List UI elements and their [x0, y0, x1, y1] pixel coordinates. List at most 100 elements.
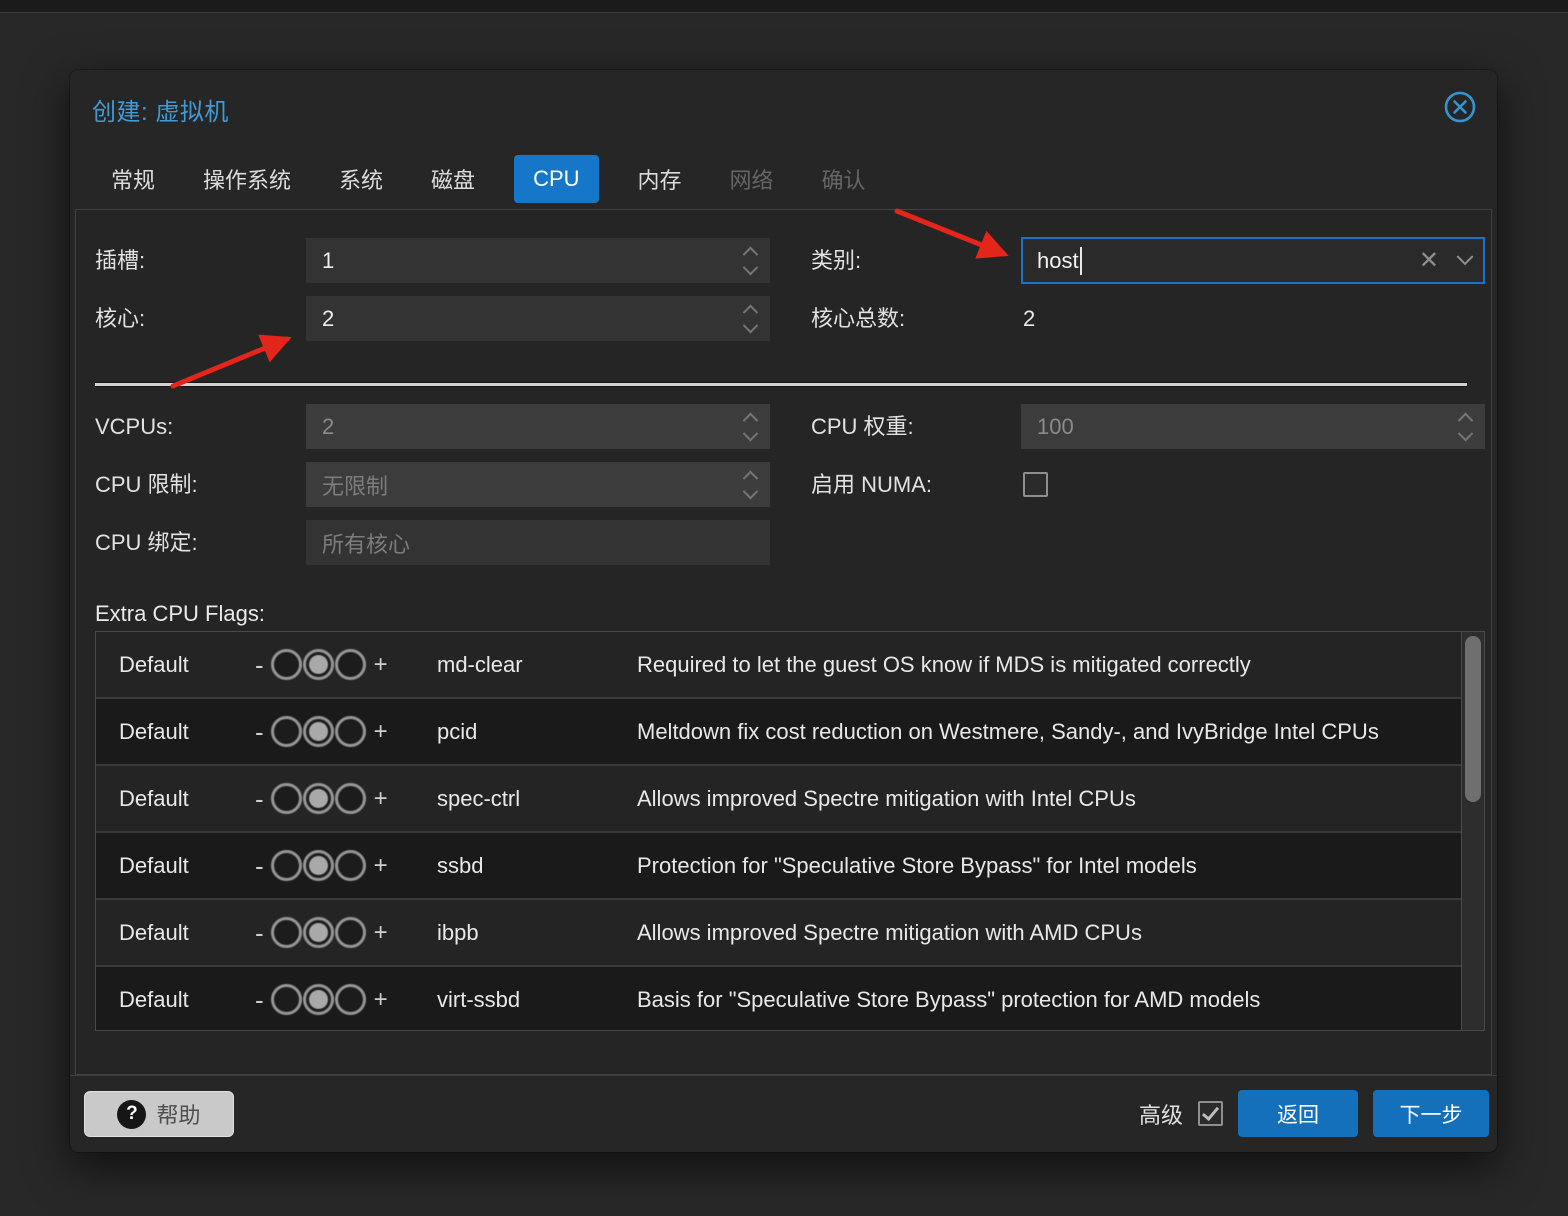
flag-description: Protection for "Speculative Store Bypass… [637, 852, 1197, 878]
help-button[interactable]: ? 帮助 [84, 1091, 234, 1137]
dialog-title: 创建: 虚拟机 [92, 99, 229, 126]
flag-tristate-slider[interactable]: - + [255, 716, 437, 747]
tristate-default-icon[interactable] [302, 984, 334, 1015]
flag-description: Allows improved Spectre mitigation with … [637, 919, 1142, 945]
tristate-off-icon[interactable] [270, 649, 302, 680]
plus-icon[interactable]: + [374, 920, 388, 945]
tristate-off-icon[interactable] [270, 850, 302, 881]
minus-icon[interactable]: - [255, 987, 264, 1013]
spin-down-icon [742, 483, 759, 499]
flag-tristate-slider[interactable]: - + [255, 649, 437, 680]
minus-icon[interactable]: - [255, 920, 264, 946]
cpu-weight-value: 100 [1037, 413, 1074, 439]
scrollbar-track[interactable] [1461, 632, 1484, 1030]
tab-disks[interactable]: 磁盘 [422, 152, 484, 206]
cpu-limit-placeholder: 无限制 [322, 473, 389, 499]
flag-name: ibpb [437, 919, 479, 945]
spin-down-icon[interactable] [742, 317, 759, 333]
sockets-spinner[interactable]: 1 [306, 238, 770, 283]
advanced-checkbox[interactable] [1198, 1101, 1223, 1126]
tristate-off-icon[interactable] [270, 917, 302, 948]
text-cursor [1079, 246, 1082, 275]
extra-cpu-flags-label: Extra CPU Flags: [95, 601, 265, 626]
flag-default-label: Default [119, 986, 189, 1012]
minus-icon[interactable]: - [255, 786, 264, 812]
tristate-default-icon[interactable] [302, 716, 334, 747]
sockets-label: 插槽: [95, 248, 146, 273]
cpu-type-label: 类别: [811, 248, 862, 273]
minus-icon[interactable]: - [255, 652, 264, 678]
spinner-buttons[interactable] [742, 304, 762, 334]
cores-spinner[interactable]: 2 [306, 296, 770, 341]
flag-name: pcid [437, 718, 478, 744]
tristate-circles[interactable] [270, 716, 367, 747]
cpu-type-value: host [1037, 247, 1079, 273]
tab-general[interactable]: 常规 [102, 152, 164, 206]
next-button[interactable]: 下一步 [1373, 1090, 1489, 1137]
numa-checkbox[interactable] [1023, 472, 1048, 497]
top-window-strip [0, 0, 1568, 13]
clear-icon[interactable]: ✕ [1419, 248, 1439, 273]
tab-os[interactable]: 操作系统 [194, 152, 300, 206]
spin-down-icon [742, 425, 759, 441]
vcpus-value: 2 [322, 413, 335, 439]
tab-confirm: 确认 [821, 168, 866, 193]
tristate-on-icon[interactable] [334, 783, 366, 814]
section-divider [95, 383, 1467, 386]
flag-description: Meltdown fix cost reduction on Westmere,… [637, 718, 1379, 744]
plus-icon[interactable]: + [374, 652, 388, 677]
chevron-down-icon[interactable] [1456, 247, 1474, 265]
tristate-on-icon[interactable] [334, 649, 366, 680]
create-vm-dialog: 创建: 虚拟机 常规 操作系统 系统 磁盘 CPU 内存 网络 确认 插槽: 1 类别: ho… [70, 70, 1497, 1152]
tristate-circles[interactable] [270, 850, 367, 881]
scrollbar-thumb[interactable] [1465, 636, 1481, 802]
close-icon[interactable] [1443, 90, 1477, 124]
cpu-flag-row: Default - + virt-ssbd Basis for "Specula… [96, 967, 1461, 1030]
tristate-on-icon[interactable] [334, 716, 366, 747]
flag-tristate-slider[interactable]: - + [255, 984, 437, 1015]
tristate-off-icon[interactable] [270, 984, 302, 1015]
flag-default-label: Default [119, 852, 189, 878]
tristate-default-icon[interactable] [302, 850, 334, 881]
cpu-flags-table: Default - + md-clear Required to let the… [95, 631, 1485, 1031]
cpu-affinity-input[interactable]: 所有核心 [306, 520, 770, 565]
plus-icon[interactable]: + [374, 786, 388, 811]
vcpus-label: VCPUs: [95, 414, 174, 439]
tristate-default-icon[interactable] [302, 783, 334, 814]
question-icon: ? [117, 1099, 147, 1129]
tristate-off-icon[interactable] [270, 783, 302, 814]
minus-icon[interactable]: - [255, 719, 264, 745]
tristate-default-icon[interactable] [302, 917, 334, 948]
cpu-weight-spinner: 100 [1021, 404, 1485, 449]
plus-icon[interactable]: + [374, 853, 388, 878]
flag-name: virt-ssbd [437, 986, 521, 1012]
numa-label: 启用 NUMA: [811, 472, 933, 497]
flag-tristate-slider[interactable]: - + [255, 783, 437, 814]
tristate-on-icon[interactable] [334, 850, 366, 881]
plus-icon[interactable]: + [374, 987, 388, 1012]
tristate-circles[interactable] [270, 984, 367, 1015]
tristate-circles[interactable] [270, 649, 367, 680]
tristate-default-icon[interactable] [302, 649, 334, 680]
tristate-circles[interactable] [270, 917, 367, 948]
spinner-buttons [742, 470, 762, 500]
tab-memory[interactable]: 内存 [629, 152, 691, 206]
flag-description: Basis for "Speculative Store Bypass" pro… [637, 986, 1261, 1012]
minus-icon[interactable]: - [255, 853, 264, 879]
back-button[interactable]: 返回 [1238, 1090, 1358, 1137]
spinner-buttons[interactable] [742, 246, 762, 276]
plus-icon[interactable]: + [374, 719, 388, 744]
flag-tristate-slider[interactable]: - + [255, 917, 437, 948]
tab-system[interactable]: 系统 [330, 152, 392, 206]
tab-cpu[interactable]: CPU [514, 155, 599, 203]
cpu-limit-label: CPU 限制: [95, 472, 198, 497]
flag-tristate-slider[interactable]: - + [255, 850, 437, 881]
tristate-on-icon[interactable] [334, 984, 366, 1015]
tristate-circles[interactable] [270, 783, 367, 814]
tristate-on-icon[interactable] [334, 917, 366, 948]
spin-down-icon[interactable] [742, 259, 759, 275]
sockets-value: 1 [322, 247, 335, 273]
cpu-type-combobox[interactable]: host ✕ [1021, 237, 1485, 284]
tristate-off-icon[interactable] [270, 716, 302, 747]
spinner-buttons [1457, 412, 1477, 442]
